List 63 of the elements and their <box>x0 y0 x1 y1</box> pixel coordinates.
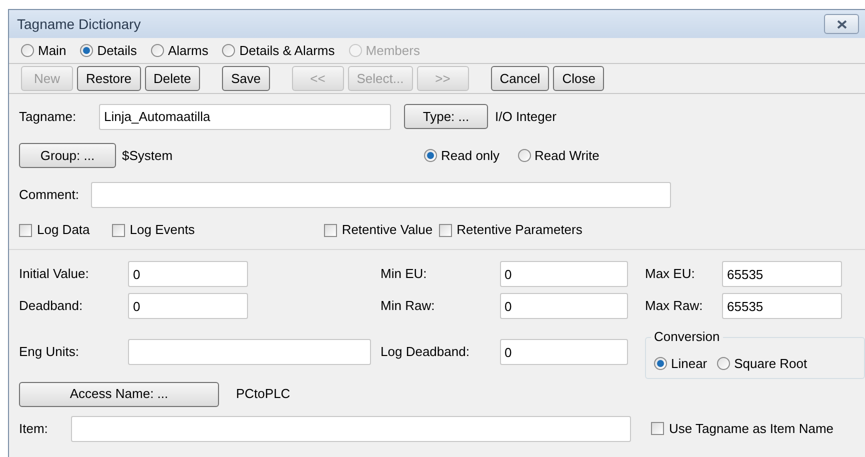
input-field[interactable] <box>128 339 371 365</box>
radio-button[interactable] <box>717 356 730 370</box>
radio-button[interactable] <box>424 149 437 162</box>
radio-label: Square Root <box>734 354 808 373</box>
close-button[interactable] <box>824 14 859 34</box>
field-label: Log Deadband: <box>380 343 470 362</box>
field-label: $System <box>122 146 174 165</box>
radio-label: Members <box>366 42 420 60</box>
checkbox[interactable] <box>112 224 125 236</box>
radio-button[interactable] <box>518 149 531 162</box>
input-field[interactable]: 65535 <box>722 293 842 319</box>
radio-label: Main <box>38 42 66 60</box>
field-label: Min EU: <box>380 265 428 284</box>
field-label: Comment: <box>19 186 80 204</box>
button[interactable]: Delete <box>144 66 200 91</box>
checkbox-label: Retentive Parameters <box>456 221 582 240</box>
input-field[interactable]: 65535 <box>722 261 842 287</box>
checkbox[interactable] <box>438 224 452 236</box>
button[interactable]: Type: ... <box>404 104 488 129</box>
radio-button[interactable] <box>150 44 164 57</box>
button[interactable]: Access Name: ... <box>19 382 219 406</box>
input-field[interactable] <box>71 416 631 442</box>
field-label: PCtoPLC <box>236 385 290 404</box>
checkbox-label: Log Data <box>37 221 90 240</box>
radio-button[interactable] <box>654 356 667 370</box>
checkbox-label: Use Tagname as Item Name <box>669 420 834 438</box>
radio-label: Read Write <box>534 146 600 165</box>
checkbox[interactable] <box>651 422 664 435</box>
input-field[interactable]: 0 <box>128 293 248 319</box>
field-label: Min Raw: <box>380 297 436 316</box>
field-label: I/O Integer <box>495 108 556 126</box>
radio-label: Details <box>97 42 137 60</box>
checkbox-label: Retentive Value <box>342 221 433 240</box>
radio-label: Details & Alarms <box>239 42 335 60</box>
window-title: Tagname Dictionary <box>17 14 141 34</box>
button[interactable]: Save <box>222 66 270 91</box>
input-field[interactable]: 0 <box>128 261 248 287</box>
input-field[interactable] <box>91 182 671 208</box>
checkbox[interactable] <box>19 224 32 236</box>
close-icon <box>836 20 846 28</box>
radio-label: Linear <box>671 354 708 372</box>
checkbox-label: Log Events <box>130 221 195 240</box>
field-label: Tagname: <box>19 108 78 126</box>
field-label: Item: <box>19 420 49 438</box>
checkbox[interactable] <box>324 224 337 236</box>
radio-button[interactable] <box>222 44 236 57</box>
button[interactable]: Group: ... <box>19 143 116 168</box>
field-label: Max Raw: <box>645 297 704 316</box>
input-field[interactable]: 0 <box>500 293 628 319</box>
button[interactable]: Restore <box>77 66 141 91</box>
radio-button[interactable] <box>21 44 34 57</box>
field-label: Initial Value: <box>19 265 90 284</box>
input-field[interactable]: Linja_Automaatilla <box>99 104 391 130</box>
radio-label: Read only <box>441 146 500 165</box>
radio-label: Alarms <box>168 42 208 60</box>
button[interactable]: Cancel <box>490 66 550 91</box>
field-label: Deadband: <box>19 297 84 316</box>
input-field[interactable]: 0 <box>500 261 628 287</box>
button[interactable]: Close <box>553 66 604 91</box>
field-label: Eng Units: <box>19 343 80 362</box>
field-label: Max EU: <box>645 265 696 284</box>
radio-button[interactable] <box>80 44 94 57</box>
input-field[interactable]: 0 <box>500 339 628 365</box>
